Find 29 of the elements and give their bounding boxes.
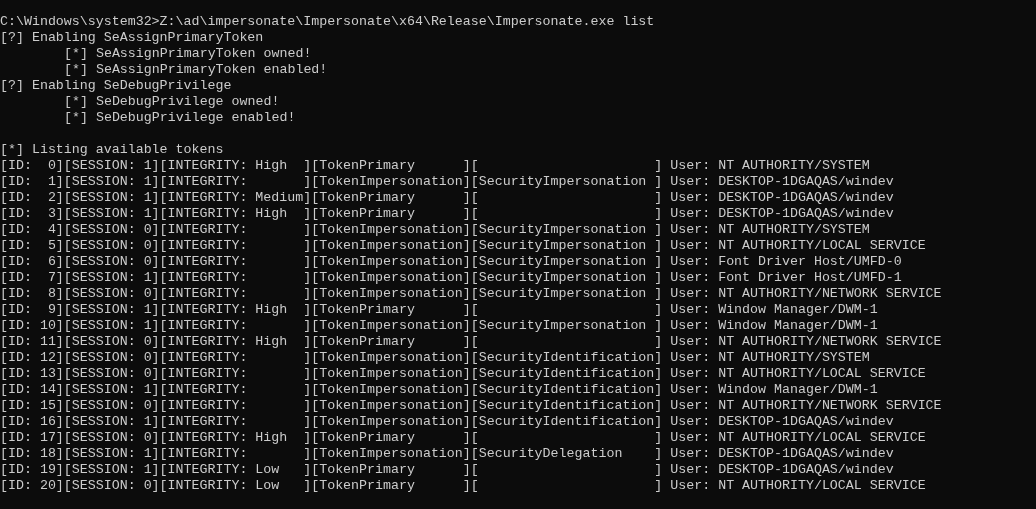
console-line: [*] SeDebugPrivilege owned! [64, 94, 280, 110]
console-line: [ID: 9][SESSION: 1][INTEGRITY: High ][TokenPrimary ][ ] User: Window Manager/DWM-1 [0, 302, 878, 318]
console-line: [ID: 1][SESSION: 1][INTEGRITY: ][TokenImpersonation][SecurityImpersonation ] User: DESKTOP-1DGAQAS/windev [0, 174, 894, 190]
console-line: [ID: 0][SESSION: 1][INTEGRITY: High ][TokenPrimary ][ ] User: NT AUTHORITY/SYSTEM [0, 158, 870, 174]
console-line: [ID: 4][SESSION: 0][INTEGRITY: ][TokenImpersonation][SecurityImpersonation ] User: NT AUTHORITY/SYSTEM [0, 222, 870, 238]
console-line: [ID: 11][SESSION: 0][INTEGRITY: High ][TokenPrimary ][ ] User: NT AUTHORITY/NETWORK SERVICE [0, 334, 942, 350]
console-line: [ID: 16][SESSION: 1][INTEGRITY: ][TokenImpersonation][SecurityIdentification] User: DESKTOP-1DGAQAS/windev [0, 414, 894, 430]
console-line: [ID: 14][SESSION: 1][INTEGRITY: ][TokenImpersonation][SecurityIdentification] User: Window Manager/DWM-1 [0, 382, 878, 398]
console-line: [*] Listing available tokens [0, 142, 224, 158]
console-line: [ID: 7][SESSION: 1][INTEGRITY: ][TokenImpersonation][SecurityImpersonation ] User: Font Driver Host/UMFD-1 [0, 270, 902, 286]
console-line: [ID: 10][SESSION: 1][INTEGRITY: ][TokenImpersonation][SecurityImpersonation ] User: Window Manager/DWM-1 [0, 318, 878, 334]
console-line: [*] SeAssignPrimaryToken enabled! [64, 62, 328, 78]
console-line: [ID: 6][SESSION: 0][INTEGRITY: ][TokenImpersonation][SecurityImpersonation ] User: Font Driver Host/UMFD-0 [0, 254, 902, 270]
console-line: [ID: 2][SESSION: 1][INTEGRITY: Medium][TokenPrimary ][ ] User: DESKTOP-1DGAQAS/windev [0, 190, 894, 206]
console-line: [ID: 8][SESSION: 0][INTEGRITY: ][TokenImpersonation][SecurityImpersonation ] User: NT AUTHORITY/NETWORK SERVICE [0, 286, 942, 302]
console-line: [ID: 18][SESSION: 1][INTEGRITY: ][TokenImpersonation][SecurityDelegation ] User: DESKTOP-1DGAQAS/windev [0, 446, 894, 462]
console-line: [ID: 19][SESSION: 1][INTEGRITY: Low ][TokenPrimary ][ ] User: DESKTOP-1DGAQAS/windev [0, 462, 894, 478]
console-line: [ID: 15][SESSION: 0][INTEGRITY: ][TokenImpersonation][SecurityIdentification] User: NT AUTHORITY/NETWORK SERVICE [0, 398, 942, 414]
console-line: [ID: 12][SESSION: 0][INTEGRITY: ][TokenImpersonation][SecurityIdentification] User: NT AUTHORITY/SYSTEM [0, 350, 870, 366]
console-line: [?] Enabling SeDebugPrivilege [0, 78, 232, 94]
console-line: [ID: 3][SESSION: 1][INTEGRITY: High ][TokenPrimary ][ ] User: DESKTOP-1DGAQAS/windev [0, 206, 894, 222]
console-line: [*] SeDebugPrivilege enabled! [64, 110, 296, 126]
console-line: C:\Windows\system32>Z:\ad\impersonate\Impersonate\x64\Release\Impersonate.exe list [0, 14, 655, 30]
console-line: [?] Enabling SeAssignPrimaryToken [0, 30, 264, 46]
console-line: [ID: 13][SESSION: 0][INTEGRITY: ][TokenImpersonation][SecurityIdentification] User: NT AUTHORITY/LOCAL SERVICE [0, 366, 926, 382]
console-line: [ID: 20][SESSION: 0][INTEGRITY: Low ][TokenPrimary ][ ] User: NT AUTHORITY/LOCAL SERVICE [0, 478, 926, 494]
console-line: [ID: 17][SESSION: 0][INTEGRITY: High ][TokenPrimary ][ ] User: NT AUTHORITY/LOCAL SERVICE [0, 430, 926, 446]
console-line: [*] SeAssignPrimaryToken owned! [64, 46, 312, 62]
console-line: [ID: 5][SESSION: 0][INTEGRITY: ][TokenImpersonation][SecurityImpersonation ] User: NT AUTHORITY/LOCAL SERVICE [0, 238, 926, 254]
